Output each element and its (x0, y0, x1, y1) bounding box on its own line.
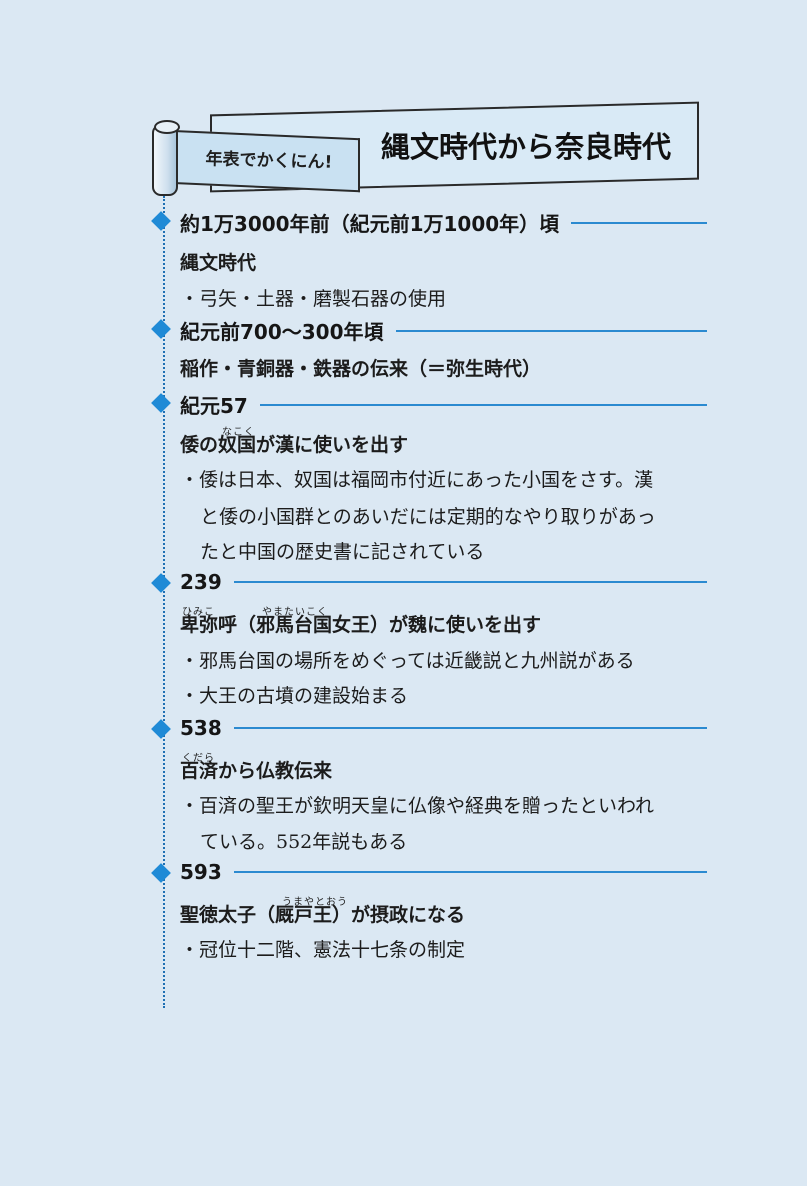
timeline-date: 239 (180, 570, 222, 594)
title-scroll-banner: 年表でかくにん! 縄文時代から奈良時代 (148, 101, 708, 196)
entry-note: ・弓矢・土器・磨製石器の使用 (180, 288, 447, 310)
timeline-line (163, 196, 165, 1008)
timeline-date: 紀元前700〜300年頃 (180, 320, 384, 344)
timeline-date-header: 約1万3000年前（紀元前1万1000年）頃 (180, 208, 707, 237)
timeline-date-header: 紀元57 (180, 390, 707, 419)
entry-title: 聖徳太子（厩戸王）が摂政になる (180, 904, 466, 926)
entry-note: ・倭は日本、奴国は福岡市付近にあった小国をさす。漢 (180, 469, 654, 491)
entry-note: ている。552年説もある (200, 831, 408, 853)
timeline-date: 約1万3000年前（紀元前1万1000年）頃 (180, 212, 560, 236)
entry-note: ・邪馬台国の場所をめぐっては近畿説と九州説がある (180, 650, 635, 672)
banner-subtitle: 年表でかくにん! (205, 149, 333, 173)
scroll-roll-cap-icon (154, 120, 180, 134)
timeline-date: 紀元57 (180, 394, 248, 418)
timeline-date: 593 (180, 860, 222, 884)
timeline-date-header: 538 (180, 716, 707, 740)
entry-title: 縄文時代 (180, 252, 257, 274)
page-title: 縄文時代から奈良時代 (380, 130, 671, 164)
timeline-marker-icon (151, 719, 171, 739)
entry-title: 倭の奴国が漢に使いを出す (180, 434, 409, 456)
entry-note: たと中国の歴史書に記されている (200, 541, 485, 563)
date-rule (233, 727, 707, 729)
scroll-roll-icon (152, 124, 178, 196)
entry-title: 稲作・青銅器・鉄器の伝来（＝弥生時代） (180, 358, 542, 380)
timeline-marker-icon (151, 863, 171, 883)
entry-note: ・冠位十二階、憲法十七条の制定 (180, 939, 466, 961)
timeline-marker-icon (151, 393, 171, 413)
entry-title: 百済から仏教伝来 (180, 760, 333, 782)
timeline-marker-icon (151, 573, 171, 593)
entry-note: と倭の小国群とのあいだには定期的なやり取りがあっ (200, 506, 656, 528)
date-rule (233, 871, 707, 873)
entry-note: ・百済の聖王が欽明天皇に仏像や経典を贈ったといわれ (180, 795, 655, 817)
date-rule (259, 403, 707, 406)
timeline-date: 538 (180, 716, 222, 740)
timeline-date-header: 239 (180, 570, 707, 594)
entry-note: ・大王の古墳の建設始まる (180, 685, 409, 707)
date-rule (233, 581, 707, 583)
date-rule (571, 221, 707, 224)
date-rule (395, 329, 707, 332)
timeline-date-header: 紀元前700〜300年頃 (180, 316, 707, 345)
timeline-marker-icon (151, 319, 171, 339)
timeline-marker-icon (151, 211, 171, 231)
entry-title: 卑弥呼（邪馬台国女王）が魏に使いを出す (180, 614, 542, 636)
page: 年表でかくにん! 縄文時代から奈良時代 約1万3000年前（紀元前1万1000年… (0, 0, 807, 1186)
timeline-date-header: 593 (180, 860, 707, 884)
